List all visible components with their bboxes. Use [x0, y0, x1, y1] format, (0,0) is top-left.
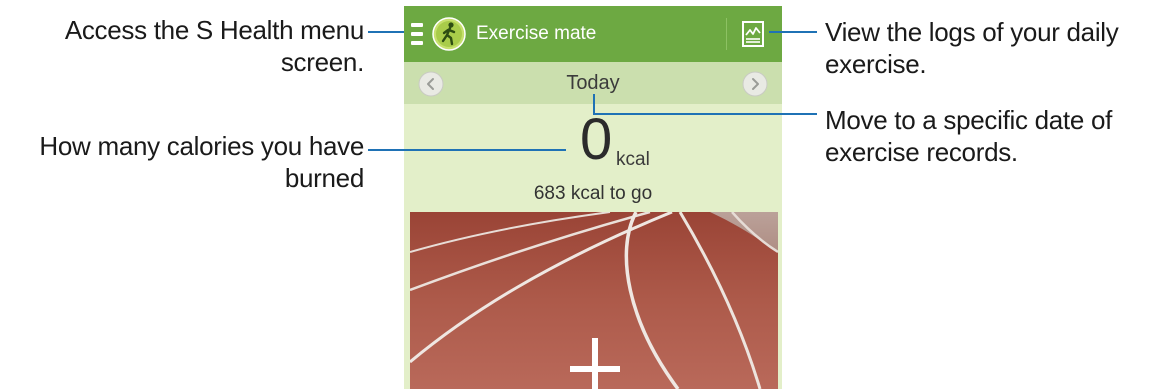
- running-track-graphic: [409, 210, 779, 389]
- app-title: Exercise mate: [476, 23, 597, 44]
- callout-calories-description: How many calories you have burned: [39, 131, 364, 193]
- callout-menu-description: Access the S Health menu screen.: [64, 15, 364, 77]
- callout-date-description: Move to a specific date of exercise reco…: [825, 105, 1113, 167]
- calories-burned-value: 0: [580, 107, 613, 172]
- app-bar: Exercise mate: [404, 6, 782, 62]
- calories-to-go: 683 kcal to go: [533, 183, 653, 204]
- app-bar-divider: [726, 18, 727, 50]
- menu-icon: [411, 23, 423, 45]
- exercise-logs-button[interactable]: [740, 20, 766, 48]
- date-label[interactable]: Today: [404, 70, 782, 96]
- menu-button[interactable]: [410, 22, 424, 46]
- calories-unit: kcal: [616, 149, 650, 170]
- date-navigation-bar: Today: [404, 62, 782, 104]
- exercise-mate-screen: Exercise mate Today 0 kcal 683 kcal to g…: [404, 6, 782, 389]
- callout-logs-description: View the logs of your daily exercise.: [825, 17, 1119, 79]
- running-track-image: [409, 210, 779, 389]
- chevron-right-icon: [742, 71, 768, 97]
- calorie-summary: 0 kcal 683 kcal to go: [404, 104, 782, 212]
- walker-icon: [432, 17, 466, 51]
- next-date-button[interactable]: [742, 71, 768, 97]
- app-logo[interactable]: [432, 17, 466, 51]
- chart-log-icon: [742, 21, 764, 47]
